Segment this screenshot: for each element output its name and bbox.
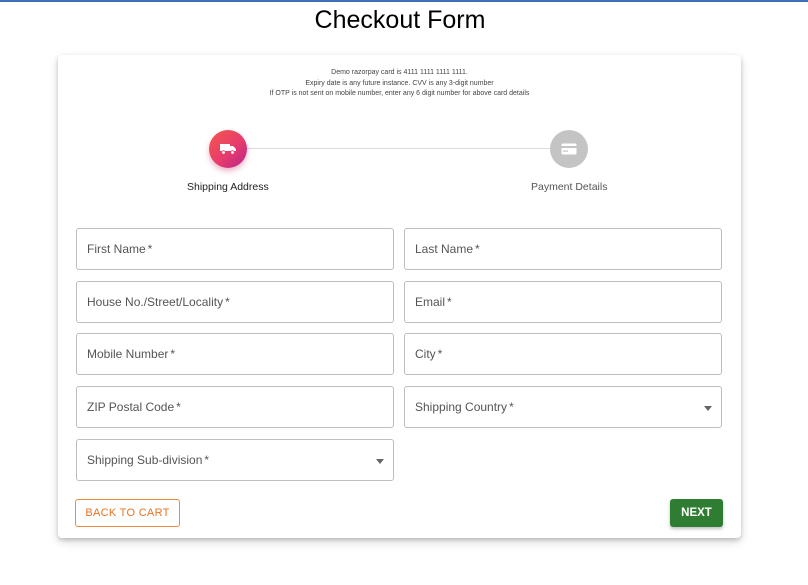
step-connector — [247, 148, 550, 149]
shipping-subdivision-select[interactable]: Shipping Sub-division * — [76, 439, 394, 481]
email-label: Email * — [415, 295, 452, 309]
address-field[interactable]: House No./Street/Locality * — [76, 281, 394, 323]
first-name-label: First Name * — [87, 242, 153, 256]
demo-note-line: Demo razorpay card is 4111 1111 1111 111… — [331, 69, 468, 76]
checkout-stepper: Shipping Address Payment Details — [58, 130, 741, 200]
step-label-payment: Payment Details — [531, 181, 608, 193]
demo-instructions: Demo razorpay card is 4111 1111 1111 111… — [58, 68, 741, 100]
step-payment-details[interactable] — [550, 130, 588, 168]
back-to-cart-button[interactable]: BACK TO CART — [75, 499, 180, 527]
first-name-field[interactable]: First Name * — [76, 228, 394, 270]
shipping-country-label: Shipping Country * — [415, 400, 514, 414]
city-label: City * — [415, 347, 443, 361]
checkout-card: Demo razorpay card is 4111 1111 1111 111… — [58, 55, 741, 538]
truck-icon — [220, 144, 236, 155]
next-button[interactable]: NEXT — [670, 499, 723, 527]
zip-code-field[interactable]: ZIP Postal Code * — [76, 386, 394, 428]
chevron-down-icon — [376, 459, 384, 464]
credit-card-icon — [561, 143, 577, 155]
mobile-number-label: Mobile Number * — [87, 347, 176, 361]
last-name-label: Last Name * — [415, 242, 480, 256]
shipping-country-select[interactable]: Shipping Country * — [404, 386, 722, 428]
step-label-shipping: Shipping Address — [187, 181, 269, 193]
city-field[interactable]: City * — [404, 333, 722, 375]
top-border — [0, 0, 808, 2]
page-title: Checkout Form — [314, 6, 486, 34]
last-name-field[interactable]: Last Name * — [404, 228, 722, 270]
mobile-number-field[interactable]: Mobile Number * — [76, 333, 394, 375]
shipping-subdivision-label: Shipping Sub-division * — [87, 453, 210, 467]
zip-code-label: ZIP Postal Code * — [87, 400, 181, 414]
chevron-down-icon — [704, 406, 712, 411]
email-field[interactable]: Email * — [404, 281, 722, 323]
demo-note-line: Expiry date is any future instance. CVV … — [305, 79, 494, 87]
address-label: House No./Street/Locality * — [87, 295, 230, 309]
step-shipping-address[interactable] — [209, 130, 247, 168]
demo-note-line: If OTP is not sent on mobile number, ent… — [269, 90, 530, 97]
